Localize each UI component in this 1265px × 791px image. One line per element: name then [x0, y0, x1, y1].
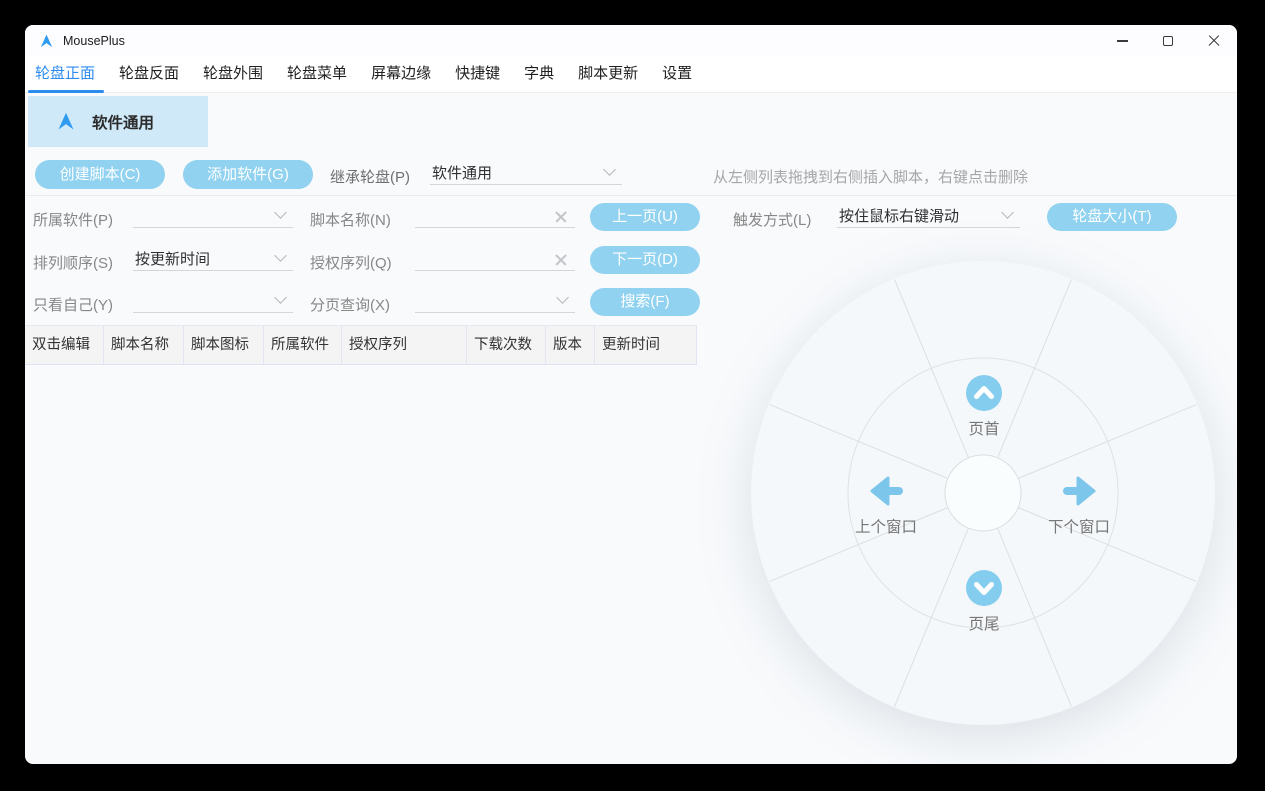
arrow-left-icon[interactable]: [869, 474, 903, 508]
tab-wheel-menu[interactable]: 轮盘菜单: [287, 57, 347, 93]
sort-order-value: 按更新时间: [135, 251, 211, 268]
only-mine-label: 只看自己(Y): [33, 297, 113, 314]
page-query-select[interactable]: [415, 287, 575, 313]
chevron-down-icon: [556, 291, 569, 304]
toolbar-divider: [25, 195, 1237, 196]
trigger-mode-label: 触发方式(L): [733, 212, 812, 229]
col-download-count[interactable]: 下载次数: [467, 325, 546, 365]
clear-icon[interactable]: [554, 253, 567, 266]
main-tabbar: 轮盘正面 轮盘反面 轮盘外围 轮盘菜单 屏幕边缘 快捷键 字典 脚本更新 设置: [25, 57, 1237, 93]
auth-serial-label: 授权序列(Q): [310, 255, 392, 272]
wheel-preview: 页首 上个窗口 下个窗口 页尾: [749, 259, 1217, 727]
wheel-item-label: 软件通用: [92, 114, 155, 132]
app-logo-icon: [40, 34, 53, 47]
col-double-click-edit[interactable]: 双击编辑: [25, 325, 104, 365]
inherit-wheel-value: 软件通用: [432, 165, 493, 182]
page-query-label: 分页查询(X): [310, 297, 390, 314]
wheel-sector-top-label[interactable]: 页首: [939, 417, 1029, 439]
chevron-down-icon: [274, 249, 287, 262]
next-page-button[interactable]: 下一页(D): [590, 246, 700, 274]
script-table-header: 双击编辑 脚本名称 脚本图标 所属软件 授权序列 下载次数 版本 更新时间: [25, 325, 697, 365]
maximize-button[interactable]: [1145, 25, 1191, 57]
trigger-mode-value: 按住鼠标右键滑动: [839, 208, 960, 225]
clear-icon[interactable]: [554, 210, 567, 223]
tab-wheel-front[interactable]: 轮盘正面: [27, 57, 105, 93]
chevron-down-icon: [274, 291, 287, 304]
tab-wheel-outer[interactable]: 轮盘外围: [203, 57, 263, 93]
col-version[interactable]: 版本: [546, 325, 595, 365]
chevron-up-circle-icon[interactable]: [966, 375, 1002, 411]
col-update-time[interactable]: 更新时间: [595, 325, 697, 365]
selected-wheel-item[interactable]: 软件通用: [28, 96, 208, 147]
sort-order-select[interactable]: 按更新时间: [133, 245, 293, 271]
tab-settings[interactable]: 设置: [662, 57, 692, 93]
chevron-down-circle-icon[interactable]: [966, 570, 1002, 606]
minimize-button[interactable]: [1099, 25, 1145, 57]
minimize-icon: [1116, 40, 1128, 42]
wheel-size-button[interactable]: 轮盘大小(T): [1047, 203, 1177, 231]
prev-page-button[interactable]: 上一页(U): [590, 203, 700, 231]
tab-dictionary[interactable]: 字典: [524, 57, 554, 93]
inherit-wheel-select[interactable]: 软件通用: [430, 159, 622, 185]
wheel-sector-bottom-label[interactable]: 页尾: [939, 612, 1029, 634]
col-script-name[interactable]: 脚本名称: [104, 325, 184, 365]
col-owner-software[interactable]: 所属软件: [264, 325, 342, 365]
tab-script-update[interactable]: 脚本更新: [578, 57, 638, 93]
col-auth-serial[interactable]: 授权序列: [342, 325, 467, 365]
script-name-label: 脚本名称(N): [310, 212, 391, 229]
col-script-icon[interactable]: 脚本图标: [184, 325, 264, 365]
chevron-down-icon: [603, 163, 616, 176]
title-bar: MousePlus: [25, 25, 1237, 57]
tab-hotkeys[interactable]: 快捷键: [455, 57, 500, 93]
owner-software-label: 所属软件(P): [33, 212, 113, 229]
sort-order-label: 排列顺序(S): [33, 255, 113, 272]
maximize-icon: [1163, 36, 1173, 46]
wheel-base[interactable]: [749, 259, 1217, 727]
create-script-button[interactable]: 创建脚本(C): [35, 160, 165, 189]
chevron-down-icon: [1001, 206, 1014, 219]
wheel-sector-right-label[interactable]: 下个窗口: [1034, 515, 1124, 537]
chevron-down-icon: [274, 206, 287, 219]
search-button[interactable]: 搜索(F): [590, 288, 700, 316]
arrow-right-icon[interactable]: [1063, 474, 1097, 508]
owner-software-select[interactable]: [133, 202, 293, 228]
wheel-sector-left-label[interactable]: 上个窗口: [841, 515, 931, 537]
script-name-input[interactable]: [415, 202, 575, 228]
auth-serial-input[interactable]: [415, 245, 575, 271]
close-button[interactable]: [1191, 25, 1237, 57]
inherit-wheel-label: 继承轮盘(P): [330, 169, 410, 186]
tab-wheel-back[interactable]: 轮盘反面: [119, 57, 179, 93]
trigger-mode-select[interactable]: 按住鼠标右键滑动: [837, 202, 1020, 228]
window-title: MousePlus: [63, 34, 125, 48]
only-mine-select[interactable]: [133, 287, 293, 313]
mouseplus-window: MousePlus 轮盘正面 轮盘反面 轮盘外围 轮盘菜单 屏幕边缘 快捷键 字…: [25, 25, 1237, 764]
add-software-button[interactable]: 添加软件(G): [183, 160, 313, 189]
close-icon: [1208, 35, 1220, 47]
drag-hint-text: 从左侧列表拖拽到右侧插入脚本，右键点击删除: [713, 169, 1029, 186]
wheel-item-icon: [58, 112, 74, 129]
tab-screen-edge[interactable]: 屏幕边缘: [371, 57, 431, 93]
